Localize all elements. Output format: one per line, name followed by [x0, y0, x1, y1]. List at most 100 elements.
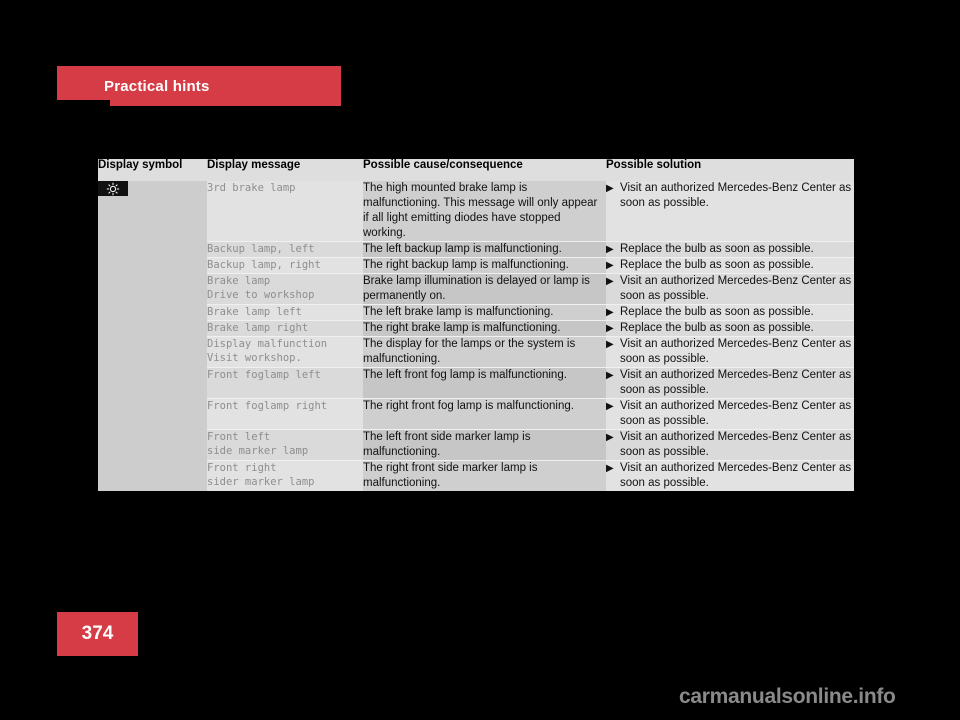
possible-cause-cell: The display for the lamps or the system …: [363, 336, 606, 368]
solution-text: Visit an authorized Mercedes-Benz Center…: [620, 338, 852, 365]
solution-row: ▶ Visit an authorized Mercedes-Benz Cente…: [606, 399, 854, 429]
bullet-arrow-icon: ▶: [606, 401, 614, 412]
table-row: Backup lamp, left The left backup lamp is…: [98, 241, 854, 258]
solution-row: ▶ Visit an authorized Mercedes-Benz Cente…: [606, 181, 854, 211]
display-message-cell: Front foglamp left: [207, 367, 363, 399]
display-message-cell: Front right sider marker lamp: [207, 460, 363, 491]
solution-row: ▶ Visit an authorized Mercedes-Benz Cente…: [606, 337, 854, 367]
column-header-possible-cause: Possible cause/consequence: [363, 159, 606, 181]
display-message-cell: Brake lamp left: [207, 304, 363, 321]
bullet-arrow-icon: ▶: [606, 432, 614, 443]
table-row: Backup lamp, right The right backup lamp …: [98, 257, 854, 274]
display-message-line: Brake lamp left: [207, 306, 302, 318]
bullet-arrow-icon: ▶: [606, 276, 614, 287]
possible-solution-cell: ▶ Visit an authorized Mercedes-Benz Cente…: [606, 336, 854, 368]
table-row: Display malfunction Visit workshop. The di…: [98, 336, 854, 368]
solution-text: Replace the bulb as soon as possible.: [620, 322, 814, 334]
table-row: 3rd brake lamp The high mounted brake lam…: [98, 181, 854, 491]
column-header-display-symbol: Display symbol: [98, 159, 207, 181]
solution-row: ▶ Replace the bulb as soon as possible.: [606, 305, 854, 320]
display-message-line: Display malfunction: [207, 338, 328, 350]
display-message-line: Backup lamp, left: [207, 243, 315, 255]
solution-text: Visit an authorized Mercedes-Benz Center…: [620, 182, 852, 209]
possible-solution-cell: ▶ Replace the bulb as soon as possible.: [606, 257, 854, 274]
display-symbol-cell: [98, 181, 207, 491]
solution-row: ▶ Replace the bulb as soon as possible.: [606, 242, 854, 257]
display-message-line: Brake lamp right: [207, 322, 309, 334]
table-row: Brake lamp left The left brake lamp is ma…: [98, 304, 854, 321]
display-message-line: Visit workshop.: [207, 352, 302, 364]
display-message-cell: Brake lamp Drive to workshop: [207, 273, 363, 305]
solution-text: Replace the bulb as soon as possible.: [620, 243, 814, 255]
possible-cause-cell: The right front fog lamp is malfunctioni…: [363, 398, 606, 430]
possible-solution-cell: ▶ Replace the bulb as soon as possible.: [606, 304, 854, 321]
possible-cause-cell: The left front side marker lamp is malfu…: [363, 429, 606, 461]
solution-row: ▶ Visit an authorized Mercedes-Benz Cente…: [606, 274, 854, 304]
possible-cause-cell: Brake lamp illumination is delayed or la…: [363, 273, 606, 305]
display-message-line: Front foglamp right: [207, 400, 328, 412]
bullet-arrow-icon: ▶: [606, 183, 614, 194]
possible-cause-cell: The right front side marker lamp is malf…: [363, 460, 606, 491]
bullet-arrow-icon: ▶: [606, 244, 614, 255]
bullet-arrow-icon: ▶: [606, 323, 614, 334]
possible-cause-cell: The high mounted brake lamp is malfuncti…: [363, 181, 606, 242]
display-message-line: Front left: [207, 431, 271, 443]
solution-text: Replace the bulb as soon as possible.: [620, 306, 814, 318]
table-row: Brake lamp right The right brake lamp is …: [98, 320, 854, 337]
bullet-arrow-icon: ▶: [606, 370, 614, 381]
possible-solution-cell: ▶ Replace the bulb as soon as possible.: [606, 320, 854, 337]
possible-cause-cell: The right brake lamp is malfunctioning.: [363, 320, 606, 337]
column-header-display-message: Display message: [207, 159, 363, 181]
solution-row: ▶ Visit an authorized Mercedes-Benz Cente…: [606, 430, 854, 460]
display-message-cell: Backup lamp, left: [207, 241, 363, 258]
possible-cause-cell: The left brake lamp is malfunctioning.: [363, 304, 606, 321]
possible-solution-cell: ▶ Visit an authorized Mercedes-Benz Cente…: [606, 398, 854, 430]
solution-row: ▶ Visit an authorized Mercedes-Benz Cente…: [606, 461, 854, 491]
solution-text: Replace the bulb as soon as possible.: [620, 259, 814, 271]
table-body: 3rd brake lamp The high mounted brake lam…: [98, 181, 854, 491]
solution-text: Visit an authorized Mercedes-Benz Center…: [620, 275, 852, 302]
display-message-cell: Front foglamp right: [207, 398, 363, 430]
possible-solution-cell: ▶ Visit an authorized Mercedes-Benz Cente…: [606, 460, 854, 491]
bullet-arrow-icon: ▶: [606, 339, 614, 350]
display-message-line: Drive to workshop: [207, 289, 315, 301]
display-message-line: sider marker lamp: [207, 476, 315, 488]
display-message-line: Front right: [207, 462, 277, 474]
display-message-line: Backup lamp, right: [207, 259, 321, 271]
possible-cause-cell: The left backup lamp is malfunctioning.: [363, 241, 606, 258]
possible-solution-cell: ▶ Visit an authorized Mercedes-Benz Cente…: [606, 181, 854, 242]
column-header-possible-solution: Possible solution: [606, 159, 854, 181]
display-message-cell: Brake lamp right: [207, 320, 363, 337]
brake-lamp-indicator-icon: [98, 181, 128, 196]
page-number-box: 374: [57, 612, 138, 656]
table-row: Front left side marker lamp The left front…: [98, 429, 854, 461]
table-row: Front foglamp right The right front fog l…: [98, 398, 854, 430]
display-message-line: 3rd brake lamp: [207, 182, 296, 194]
bullet-arrow-icon: ▶: [606, 463, 614, 474]
solution-text: Visit an authorized Mercedes-Benz Center…: [620, 369, 852, 396]
possible-cause-cell: The left front fog lamp is malfunctionin…: [363, 367, 606, 399]
page-title: Practical hints: [104, 78, 210, 95]
table-row: Front foglamp left The left front fog lam…: [98, 367, 854, 399]
solution-text: Visit an authorized Mercedes-Benz Center…: [620, 400, 852, 427]
display-message-cell: Backup lamp, right: [207, 257, 363, 274]
display-message-line: side marker lamp: [207, 445, 309, 457]
solution-row: ▶ Replace the bulb as soon as possible.: [606, 321, 854, 336]
possible-solution-cell: ▶ Visit an authorized Mercedes-Benz Cente…: [606, 273, 854, 305]
display-message-cell: Front left side marker lamp: [207, 429, 363, 461]
watermark: carmanualsonline.info: [679, 685, 896, 708]
table-row: Brake lamp Drive to workshop Brake lamp il…: [98, 273, 854, 305]
display-message-line: Brake lamp: [207, 275, 271, 287]
display-message-cell: Display malfunction Visit workshop.: [207, 336, 363, 368]
solution-row: ▶ Visit an authorized Mercedes-Benz Cente…: [606, 368, 854, 398]
possible-solution-cell: ▶ Visit an authorized Mercedes-Benz Cente…: [606, 367, 854, 399]
bullet-arrow-icon: ▶: [606, 307, 614, 318]
possible-cause-cell: The right backup lamp is malfunctioning.: [363, 257, 606, 274]
possible-solution-cell: ▶ Visit an authorized Mercedes-Benz Cente…: [606, 429, 854, 461]
table-header-row: Display symbol Display message Possible …: [98, 159, 854, 181]
display-messages-table: Display symbol Display message Possible …: [98, 159, 854, 491]
bullet-arrow-icon: ▶: [606, 260, 614, 271]
solution-text: Visit an authorized Mercedes-Benz Center…: [620, 462, 852, 489]
solution-text: Visit an authorized Mercedes-Benz Center…: [620, 431, 852, 458]
possible-solution-cell: ▶ Replace the bulb as soon as possible.: [606, 241, 854, 258]
